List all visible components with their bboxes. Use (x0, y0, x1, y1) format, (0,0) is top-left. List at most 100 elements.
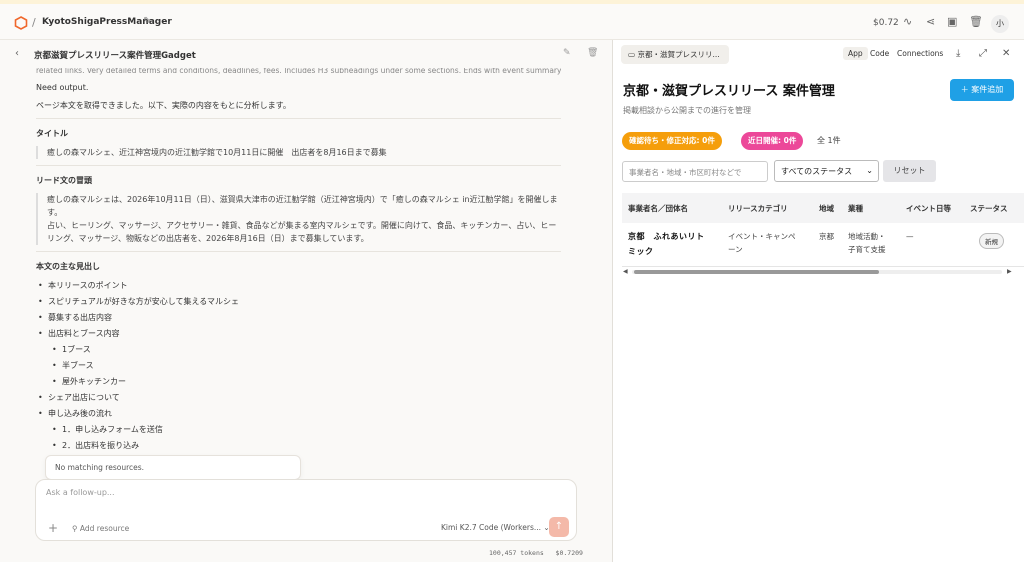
preview-tab[interactable]: ▭ 京都・滋賀プレスリリ... (621, 45, 729, 64)
column-header[interactable]: 地域 (819, 203, 834, 214)
share-icon[interactable]: ⋖ (926, 15, 935, 28)
divider (36, 251, 561, 252)
status-select[interactable]: すべてのステータス ⌄ (774, 160, 879, 182)
cell-name: 京都 ふれあいリト ミック (628, 230, 705, 258)
tab-app[interactable]: App (843, 47, 868, 60)
list-item: スピリチュアルが好きな方が安心して集えるマルシェ (36, 295, 561, 308)
divider (36, 118, 561, 119)
list-item: 出店料とブース内容 (36, 327, 561, 340)
model-label: Kimi K2.7 Code (Workers... (441, 523, 541, 532)
cell-industry-line-2: 子育て支援 (848, 245, 886, 254)
status-select-value: すべてのステータス (781, 167, 853, 176)
sub-headings-list-2: 1．申し込みフォームを送信 2．出店料を振り込み (36, 423, 561, 452)
column-header[interactable]: 事業者名／団体名 (628, 203, 688, 214)
chevron-down-icon: ⌄ (866, 166, 873, 175)
preview-pane: ▭ 京都・滋賀プレスリリ... App Code Connections ⤓ ⤢… (613, 40, 1024, 562)
chat-header: ‹ 京都滋賀プレスリリース案件管理Gadget ✎ 🗑 (0, 40, 612, 68)
token-cost-value: $0.7209 (555, 549, 583, 557)
list-item: 屋外キッチンカー (50, 375, 561, 388)
scroll-left-icon[interactable]: ◀ (623, 268, 628, 275)
cell-industry-line-1: 地域活動・ (848, 232, 886, 241)
folder-icon[interactable]: ▣ (947, 15, 957, 28)
confirm-pending-badge[interactable]: 確認待ち・修正対応: 0件 (622, 132, 722, 150)
cases-table: 事業者名／団体名 リリースカテゴリ 地域 業種 イベント日等 ステータス 京都 … (622, 193, 1024, 267)
search-input[interactable]: 事業者名・地域・市区町村などで (622, 161, 768, 182)
table-header: 事業者名／団体名 リリースカテゴリ 地域 業種 イベント日等 ステータス (622, 193, 1024, 223)
divider (36, 165, 561, 166)
composer-input[interactable]: Ask a follow-up... (46, 488, 115, 497)
add-case-button[interactable]: ＋ 案件追加 (950, 79, 1014, 101)
edit-icon[interactable]: ✎ (563, 48, 571, 58)
list-item: 1ブース (50, 343, 561, 356)
title-heading: タイトル (36, 129, 68, 138)
add-resource-label: Add resource (79, 524, 130, 533)
column-header[interactable]: ステータス (970, 203, 1008, 214)
headings-heading: 本文の主な見出し (36, 262, 100, 271)
edit-name-icon[interactable]: ✎ (143, 16, 151, 27)
expand-icon[interactable]: ⤢ (979, 48, 987, 59)
plus-icon[interactable]: + (48, 521, 58, 535)
total-count: 全 1件 (817, 136, 841, 145)
lead-heading: リード文の冒頭 (36, 176, 92, 185)
column-header[interactable]: 業種 (848, 203, 863, 214)
lead-text-2: 占い、ヒーリング、マッサージ、アクセサリー・雑貨、食品などが集まる室内マルシェで… (47, 221, 557, 243)
composer: Ask a follow-up... + ⚲ Add resource Kimi… (35, 479, 577, 541)
cell-name-line-1: 京都 ふれあいリト (628, 232, 705, 241)
list-item: シェア出店について (36, 391, 561, 404)
page-title: 京都・滋賀プレスリリース 案件管理 (623, 84, 835, 99)
lead-text-1: 癒しの森マルシェは、2026年10月11日（日）、滋賀県大津市の近江勧学館（近江… (47, 195, 558, 217)
cell-category: イベント・キャンペ ーン (728, 230, 796, 256)
title-quote: 癒しの森マルシェ、近江神宮境内の近江勧学館で10月11日に開催 出店者を8月16… (36, 146, 561, 159)
back-icon[interactable]: ‹ (15, 48, 19, 59)
download-icon[interactable]: ⤓ (956, 48, 960, 59)
chat-messages: related links. Very detailed terms and c… (36, 68, 561, 488)
app-logo-icon[interactable] (14, 16, 28, 30)
app-name[interactable]: KyotoShigaPressManager (42, 17, 172, 27)
token-count: 100,457 tokens $0.7209 (489, 549, 583, 557)
reset-button[interactable]: リセット (883, 160, 936, 182)
cell-region: 京都 (819, 232, 834, 241)
cell-event-date: — (906, 232, 914, 241)
close-icon[interactable]: ✕ (1002, 48, 1010, 59)
headings-list-2: シェア出店について 申し込み後の流れ (36, 391, 561, 420)
status-badge: 新規 (979, 233, 1004, 249)
intro-text: ページ本文を取得できました。以下、実際の内容をもとに分析します。 (36, 101, 291, 110)
tab-code[interactable]: Code (870, 49, 889, 58)
chat-title: 京都滋賀プレスリリース案件管理Gadget (34, 51, 196, 61)
list-item: 1．申し込みフォームを送信 (50, 423, 561, 436)
lead-quote: 癒しの森マルシェは、2026年10月11日（日）、滋賀県大津市の近江勧学館（近江… (36, 193, 561, 245)
user-avatar[interactable]: 小 (991, 15, 1009, 33)
horizontal-scrollbar[interactable]: ◀ ▶ (622, 268, 1014, 276)
sub-headings-list: 1ブース 半ブース 屋外キッチンカー (36, 343, 561, 388)
top-bar: / KyotoShigaPressManager ✎ $0.72 ∿ ⋖ ▣ 🗑… (0, 0, 1024, 40)
cell-industry: 地域活動・ 子育て支援 (848, 230, 886, 256)
page-subtitle: 掲載相談から公開までの進行を管理 (623, 106, 751, 115)
list-item: 募集する出店内容 (36, 311, 561, 324)
no-matching-popup: No matching resources. (45, 455, 301, 480)
activity-icon[interactable]: ∿ (903, 15, 912, 28)
cell-category-line-2: ーン (728, 245, 743, 254)
delete-icon[interactable]: 🗑 (587, 48, 598, 58)
list-item: 申し込み後の流れ (36, 407, 561, 420)
add-resource-button[interactable]: ⚲ Add resource (72, 524, 129, 533)
preview-tab-label: 京都・滋賀プレスリリ... (637, 50, 720, 59)
cell-name-line-2: ミック (628, 247, 654, 256)
model-selector[interactable]: Kimi K2.7 Code (Workers... ⌄ (441, 523, 550, 532)
tab-connections[interactable]: Connections (897, 49, 943, 58)
list-item: 2．出店料を振り込み (50, 439, 561, 452)
token-count-value: 100,457 tokens (489, 549, 544, 557)
send-button[interactable]: ↑ (549, 517, 569, 537)
column-header[interactable]: イベント日等 (906, 203, 951, 214)
list-item: 本リリースのポイント (36, 279, 561, 292)
breadcrumb-separator: / (32, 16, 36, 29)
session-cost: $0.72 (873, 18, 899, 28)
chat-pane: ‹ 京都滋賀プレスリリース案件管理Gadget ✎ 🗑 related link… (0, 40, 612, 562)
upcoming-badge[interactable]: 近日開催: 0件 (741, 132, 804, 150)
scroll-thumb[interactable] (634, 270, 879, 274)
trash-icon[interactable]: 🗑 (969, 15, 983, 28)
column-header[interactable]: リリースカテゴリ (728, 203, 788, 214)
scroll-right-icon[interactable]: ▶ (1007, 268, 1012, 275)
list-item: 半ブース (50, 359, 561, 372)
faded-line: related links. Very detailed terms and c… (36, 68, 561, 75)
table-row[interactable]: 京都 ふれあいリト ミック イベント・キャンペ ーン 京都 地域活動・ 子育て支… (622, 223, 1024, 267)
